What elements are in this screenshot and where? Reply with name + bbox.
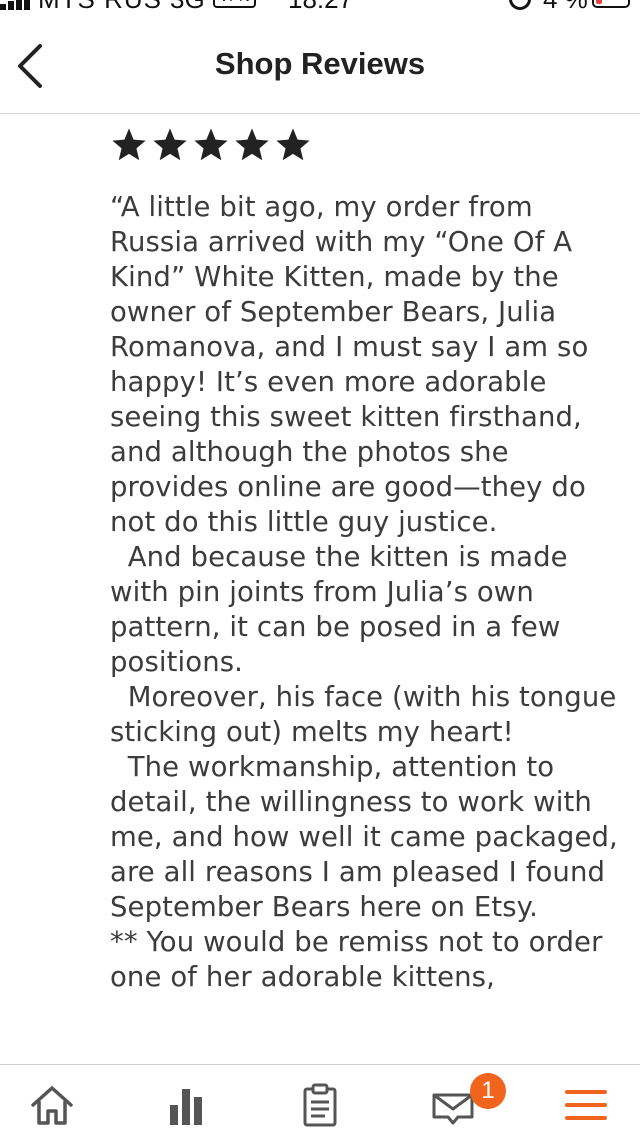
nav-orders[interactable]: [290, 1079, 350, 1131]
battery-icon: [592, 0, 630, 8]
home-icon: [31, 1086, 73, 1125]
review-paragraph: And because the kitten is made with pin …: [110, 541, 577, 678]
nav-menu[interactable]: [556, 1079, 616, 1131]
review-text: “A little bit ago, my order from Russia …: [110, 190, 630, 995]
carrier-name: MTS RUS: [38, 0, 162, 15]
star-icon: [112, 128, 146, 161]
battery-percent: 4 %: [543, 0, 588, 15]
star-icon: [153, 128, 187, 161]
clipboard-icon: [303, 1083, 337, 1127]
review-paragraph: Moreover, his face (with his tongue stic…: [110, 681, 626, 748]
orientation-lock-icon: [509, 0, 531, 10]
signal-icon: [0, 0, 34, 10]
star-icon: [235, 128, 269, 161]
vpn-badge: VPN: [213, 0, 256, 8]
review-card: “A little bit ago, my order from Russia …: [110, 114, 630, 1064]
review-paragraph: The workmanship, attention to detail, th…: [110, 751, 627, 923]
star-icon: [194, 128, 228, 161]
status-bar: MTS RUS 3G VPN 18:27 4 %: [0, 0, 640, 15]
network-type: 3G: [170, 0, 205, 15]
header: Shop Reviews: [0, 18, 640, 114]
star-icon: [276, 128, 310, 161]
review-paragraph: “A little bit ago, my order from Russia …: [110, 191, 598, 538]
nav-stats[interactable]: [155, 1079, 215, 1131]
review-paragraph: ** You would be remiss not to order one …: [110, 926, 612, 993]
messages-badge: 1: [470, 1073, 506, 1109]
menu-icon: [565, 1090, 607, 1120]
nav-home[interactable]: [22, 1079, 82, 1131]
star-rating: [110, 126, 312, 166]
bottom-nav: 1: [0, 1064, 640, 1136]
bar-chart-icon: [170, 1089, 202, 1125]
page-title: Shop Reviews: [214, 46, 426, 81]
clock: 18:27: [288, 0, 353, 15]
